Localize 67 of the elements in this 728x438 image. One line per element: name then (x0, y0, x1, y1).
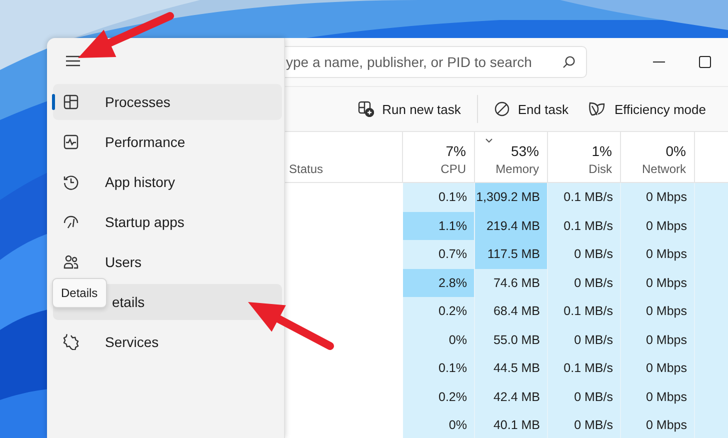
table-cell: 0 Mbps (621, 240, 695, 268)
table-cell: 0 MB/s (548, 240, 621, 268)
table-cell: 0 Mbps (621, 268, 695, 297)
puzzle-icon (63, 334, 79, 350)
tooltip: Details (52, 278, 107, 308)
users-icon (63, 254, 79, 270)
table-cell: 0.1 MB/s (548, 183, 621, 212)
new-task-icon (358, 101, 374, 117)
clock-icon (63, 174, 79, 190)
table-cell: 0 MB/s (548, 268, 621, 297)
table-cell (695, 183, 728, 212)
nav-item[interactable]: Users (53, 244, 282, 280)
table-cell: 219.4 MB (475, 212, 548, 240)
column-header[interactable]: 1% Disk (548, 132, 621, 182)
table-cell: 40.1 MB (475, 411, 548, 438)
menu-icon (65, 55, 81, 67)
table-cell: 0.1 MB/s (548, 297, 621, 326)
table-cell: 0.1% (403, 354, 475, 382)
maximize-icon (699, 56, 711, 68)
table-cell: 0 MB/s (548, 382, 621, 411)
table-cell: 0.1 MB/s (548, 354, 621, 382)
table-cell: 0 MB/s (548, 326, 621, 354)
table-cell: 0 Mbps (621, 326, 695, 354)
column-header[interactable]: 0% Network (621, 132, 695, 182)
nav-item[interactable]: Services (53, 324, 282, 360)
search-field[interactable]: ype a name, publisher, or PID to search (285, 46, 587, 78)
table-cell: 0 Mbps (621, 382, 695, 411)
table-cell: 0.1% (403, 183, 475, 212)
table-cell: 1.1% (403, 212, 475, 240)
table-cell: 1,309.2 MB (475, 183, 548, 212)
nav-item[interactable]: Processes (53, 84, 282, 120)
minimize-icon (653, 61, 665, 63)
table-cell: 0 Mbps (621, 297, 695, 326)
perf-icon (63, 134, 79, 150)
search-icon (562, 55, 576, 69)
table-cell: 0.7% (403, 240, 475, 268)
column-header[interactable]: 7% CPU (403, 132, 475, 182)
table-cell: 74.6 MB (475, 268, 548, 297)
nav-item[interactable]: Startup apps (53, 204, 282, 240)
table-cell: 0.2% (403, 297, 475, 326)
nav-item[interactable]: App history (53, 164, 282, 200)
table-cell: 0 Mbps (621, 212, 695, 240)
table-cell: 0.1 MB/s (548, 212, 621, 240)
table-cell: 55.0 MB (475, 326, 548, 354)
table-cell: 68.4 MB (475, 297, 548, 326)
column-header[interactable]: Status (285, 132, 403, 182)
table-cell: 0.2% (403, 382, 475, 411)
table-cell: 42.4 MB (475, 382, 548, 411)
table-cell: 0 Mbps (621, 183, 695, 212)
table-cell: 2.8% (403, 268, 475, 297)
table-cell: 0% (403, 326, 475, 354)
toolbar-button[interactable]: Efficiency mode (580, 95, 714, 123)
table-cell: 0 MB/s (548, 411, 621, 438)
table-cell: 0% (403, 411, 475, 438)
table-cell: 0 Mbps (621, 354, 695, 382)
nav-item[interactable]: Performance (53, 124, 282, 160)
table-cell: 117.5 MB (475, 240, 548, 268)
table-cell: 0 Mbps (621, 411, 695, 438)
grid-icon (63, 94, 79, 110)
selection-indicator (52, 94, 55, 110)
leaf-icon (588, 101, 606, 117)
table-cell: 44.5 MB (475, 354, 548, 382)
toolbar-button[interactable]: Run new task (350, 95, 469, 123)
toolbar-button[interactable]: End task (486, 95, 576, 123)
prohibited-icon (494, 101, 510, 117)
column-header[interactable]: 53% Memory (475, 132, 548, 182)
gauge-icon (63, 214, 79, 230)
